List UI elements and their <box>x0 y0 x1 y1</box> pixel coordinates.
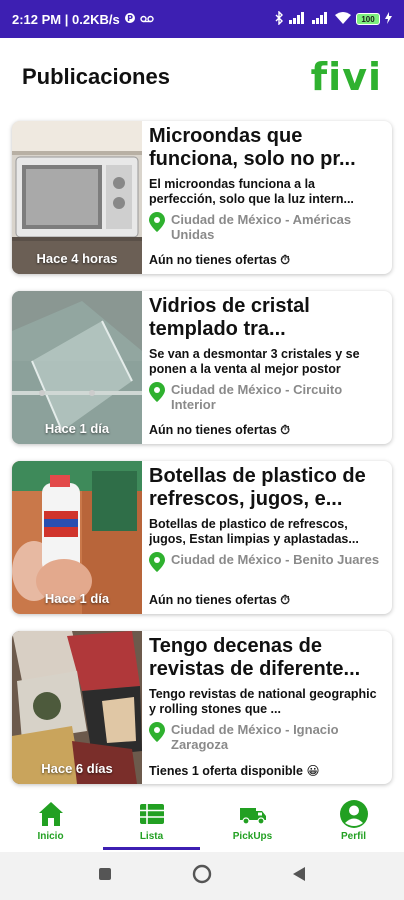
page-title: Publicaciones <box>22 64 170 89</box>
status-time: 2:12 PM | 0.2KB/s <box>12 11 120 27</box>
nav-item-perfil[interactable]: Perfil <box>303 790 404 850</box>
post-age: Hace 1 día <box>44 591 110 606</box>
svg-text:P: P <box>127 14 133 23</box>
post-age: Hace 1 día <box>44 421 110 436</box>
post-age: Hace 6 días <box>41 761 113 776</box>
bottom-navigation: Inicio Lista PickUps Perfil <box>0 790 404 850</box>
post-card[interactable]: Hace 6 días Tengo decenas de revistas de… <box>12 631 392 784</box>
post-title: Tengo decenas de revistas de diferente..… <box>149 635 361 680</box>
post-location: Ciudad de México - Circuito Interior <box>171 382 343 412</box>
post-location: Ciudad de México - Benito Juares <box>171 552 380 567</box>
post-title: Botellas de plastico de refrescos, jugos… <box>149 465 366 510</box>
wifi-icon <box>335 11 351 27</box>
nav-item-lista[interactable]: Lista <box>101 790 202 850</box>
location-pin-icon <box>149 722 165 742</box>
profile-icon <box>339 799 368 828</box>
post-thumbnail: Hace 6 días <box>12 631 142 784</box>
location-pin-icon <box>149 212 165 232</box>
home-button[interactable] <box>192 864 212 889</box>
notification-icon: P <box>124 12 136 27</box>
post-description: El microondas funciona a la perfección, … <box>149 177 354 206</box>
post-card[interactable]: Hace 1 día Vidrios de cristal templado t… <box>12 291 392 444</box>
nav-label: Inicio <box>37 830 64 842</box>
post-thumbnail: Hace 1 día <box>12 291 142 444</box>
post-location: Ciudad de México - Américas Unidas <box>171 212 352 242</box>
status-bar: 2:12 PM | 0.2KB/s P 100 <box>0 0 404 38</box>
back-button[interactable] <box>292 866 306 887</box>
list-icon <box>139 803 164 824</box>
nav-label: PickUps <box>232 830 273 842</box>
bluetooth-icon <box>275 9 284 28</box>
post-offers-status: Aún no tienes ofertas ⏱ <box>149 593 291 607</box>
post-thumbnail: Hace 1 día <box>12 461 142 614</box>
home-icon <box>38 801 63 826</box>
signal-icon-2 <box>312 11 330 27</box>
system-navigation-bar <box>0 852 404 900</box>
post-description: Tengo revistas de national geographic y … <box>149 687 377 716</box>
post-offers-status: Aún no tienes ofertas ⏱ <box>149 253 291 267</box>
nav-item-inicio[interactable]: Inicio <box>0 790 101 850</box>
charging-icon <box>385 11 392 27</box>
nav-label: Lista <box>139 830 164 842</box>
post-card[interactable]: Hace 1 día Botellas de plastico de refre… <box>12 461 392 614</box>
battery-icon: 100 <box>356 13 380 25</box>
post-age: Hace 4 horas <box>36 251 118 266</box>
location-pin-icon <box>149 552 165 572</box>
voicemail-icon <box>139 12 154 27</box>
brand-logo: fivi <box>310 55 382 99</box>
recents-button[interactable] <box>98 867 112 886</box>
app-header: Publicaciones fivi <box>0 38 404 116</box>
post-description: Se van a desmontar 3 cristales y se pone… <box>149 347 360 376</box>
post-title: Microondas que funciona, solo no pr... <box>149 125 356 170</box>
post-offers-status: Aún no tienes ofertas ⏱ <box>149 423 291 437</box>
signal-icon <box>289 11 307 27</box>
post-thumbnail: Hace 4 horas <box>12 121 142 274</box>
post-description: Botellas de plastico de refrescos, jugos… <box>149 517 359 546</box>
post-title: Vidrios de cristal templado tra... <box>149 295 310 340</box>
location-pin-icon <box>149 382 165 402</box>
truck-icon <box>239 807 266 825</box>
nav-label: Perfil <box>340 830 366 842</box>
posts-list: Hace 4 horas Microondas que funciona, so… <box>12 121 392 801</box>
nav-item-pickups[interactable]: PickUps <box>202 790 303 850</box>
post-offers-status: Tienes 1 oferta disponible 😀 <box>149 764 320 778</box>
post-location: Ciudad de México - Ignacio Zaragoza <box>171 722 339 752</box>
post-card[interactable]: Hace 4 horas Microondas que funciona, so… <box>12 121 392 274</box>
